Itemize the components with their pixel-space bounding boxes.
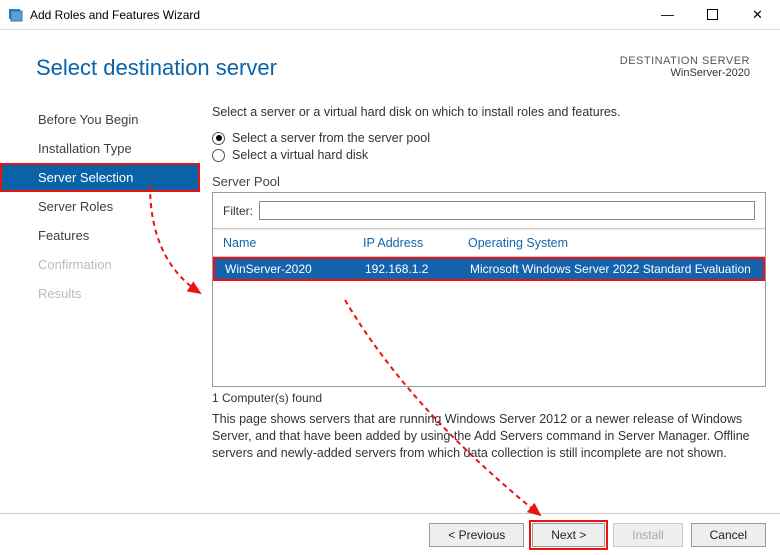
radio-label: Select a server from the server pool [232,131,430,145]
sidebar-item-label: Confirmation [38,257,112,272]
next-button[interactable]: Next > [532,523,605,547]
sidebar-item-label: Features [38,228,89,243]
sidebar-item-server-selection[interactable]: Server Selection [0,163,200,192]
filter-label: Filter: [223,204,253,218]
sidebar-item-results: Results [0,279,200,308]
server-pool-label: Server Pool [212,174,766,189]
radio-label: Select a virtual hard disk [232,148,368,162]
destination-value: WinServer-2020 [620,67,750,79]
column-name[interactable]: Name [223,236,363,250]
sidebar-item-before-you-begin[interactable]: Before You Begin [0,105,200,134]
minimize-button[interactable]: — [645,0,690,30]
server-table-header: Name IP Address Operating System [213,229,765,256]
instruction-text: Select a server or a virtual hard disk o… [212,105,766,119]
filter-input[interactable] [259,201,755,220]
column-ip[interactable]: IP Address [363,236,468,250]
page-title: Select destination server [36,55,620,81]
cell-os: Microsoft Windows Server 2022 Standard E… [470,262,753,276]
radio-virtual-hard-disk[interactable]: Select a virtual hard disk [212,148,766,162]
maximize-button[interactable] [690,0,735,30]
sidebar-item-label: Server Selection [38,170,133,185]
sidebar-item-installation-type[interactable]: Installation Type [0,134,200,163]
sidebar-item-confirmation: Confirmation [0,250,200,279]
close-button[interactable]: ✕ [735,0,780,30]
sidebar-item-label: Before You Begin [38,112,138,127]
radio-icon [212,149,225,162]
window-title: Add Roles and Features Wizard [30,8,645,22]
column-os[interactable]: Operating System [468,236,755,250]
previous-button[interactable]: < Previous [429,523,524,547]
server-row[interactable]: WinServer-2020 192.168.1.2 Microsoft Win… [213,257,765,281]
destination-label: DESTINATION SERVER [620,55,750,67]
sidebar-item-features[interactable]: Features [0,221,200,250]
computers-found-label: 1 Computer(s) found [212,391,766,405]
cancel-button[interactable]: Cancel [691,523,766,547]
cell-name: WinServer-2020 [225,262,365,276]
app-icon [8,7,24,23]
sidebar-item-label: Installation Type [38,141,132,156]
sidebar-item-label: Results [38,286,81,301]
radio-icon [212,132,225,145]
install-button: Install [613,523,682,547]
radio-server-pool[interactable]: Select a server from the server pool [212,131,766,145]
sidebar-item-server-roles[interactable]: Server Roles [0,192,200,221]
sidebar-item-label: Server Roles [38,199,113,214]
info-note: This page shows servers that are running… [212,411,766,462]
cell-ip: 192.168.1.2 [365,262,470,276]
